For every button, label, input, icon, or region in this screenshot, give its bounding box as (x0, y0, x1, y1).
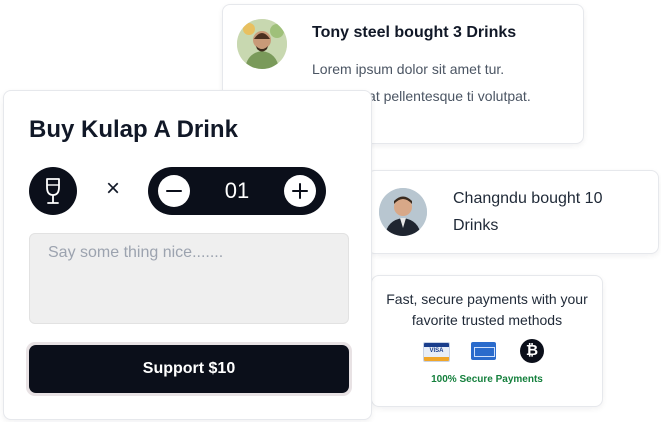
plus-icon (292, 183, 308, 199)
avatar (237, 19, 287, 69)
support-button-focus-ring: Support $10 (26, 342, 352, 396)
multiply-sign: × (105, 175, 120, 202)
buy-drink-card: Buy Kulap A Drink × 01 Say some thing ni… (3, 90, 372, 420)
quantity-value: 01 (224, 178, 250, 203)
visa-card-icon: VISA (423, 342, 450, 362)
visa-label: VISA (429, 348, 444, 354)
message-placeholder: Say some thing nice....... (48, 244, 224, 261)
payment-methods-text: Fast, secure payments with your favorite… (386, 291, 588, 328)
message-input[interactable]: Say some thing nice....... (29, 233, 349, 324)
wine-glass-icon (29, 167, 77, 215)
page-title: Buy Kulap A Drink (29, 116, 238, 143)
payment-icons: VISA ₿ (372, 338, 602, 364)
avatar (379, 188, 427, 236)
support-button[interactable]: Support $10 (29, 345, 349, 393)
secure-payments-label: 100% Secure Payments (431, 374, 543, 385)
bitcoin-icon: ₿ (520, 339, 544, 363)
feed-title: Tony steel bought 3 Drinks (312, 24, 517, 41)
decrease-quantity-button[interactable] (158, 175, 190, 207)
quantity-stepper: 01 (148, 167, 326, 215)
purchase-feed-card: Changndu bought 10 Drinks (367, 170, 659, 254)
feed-title: Changndu bought 10 Drinks (453, 190, 603, 234)
increase-quantity-button[interactable] (284, 175, 316, 207)
amex-card-icon (471, 342, 496, 360)
minus-icon (166, 190, 182, 192)
payment-methods-card: Fast, secure payments with your favorite… (371, 275, 603, 407)
